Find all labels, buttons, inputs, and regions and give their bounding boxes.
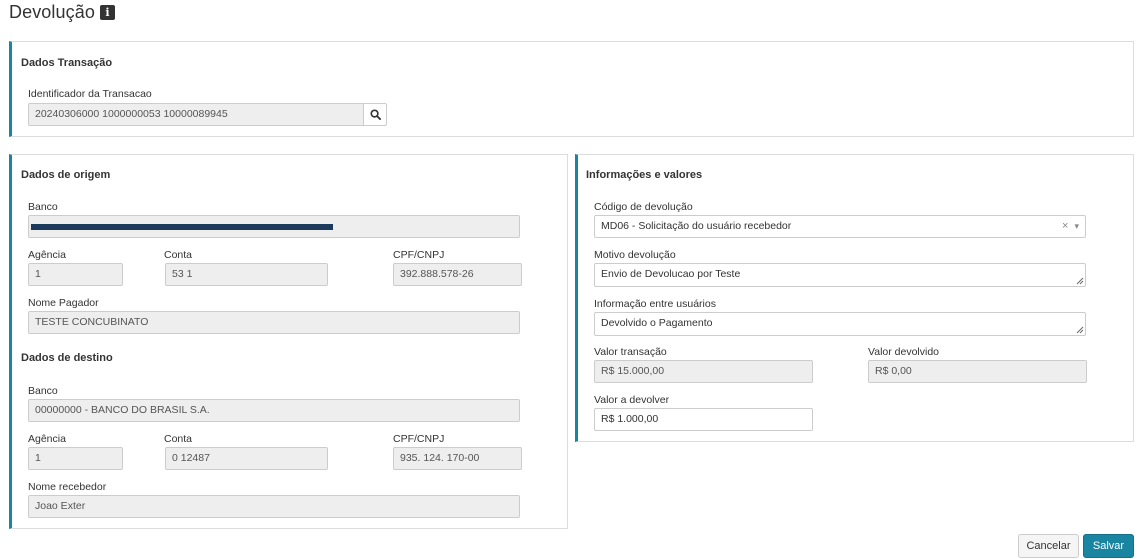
valor-transacao-field: R$ 15.000,00 bbox=[594, 360, 813, 383]
panel-title-transacao: Dados Transação bbox=[21, 57, 113, 69]
label-destino-conta: Conta bbox=[164, 433, 193, 445]
label-valor-devolver: Valor a devolver bbox=[594, 394, 670, 406]
label-destino-cpf: CPF/CNPJ bbox=[393, 433, 445, 445]
page-title: Devolução i bbox=[9, 1, 115, 23]
label-origem-cpf: CPF/CNPJ bbox=[393, 249, 445, 261]
redacted-bank-name bbox=[31, 224, 333, 230]
origem-cpf-field: 392.888.578-26 bbox=[393, 263, 522, 286]
origem-conta-field: 53 1 bbox=[165, 263, 328, 286]
destino-conta-field: 0 12487 bbox=[165, 447, 328, 470]
label-valor-devolvido: Valor devolvido bbox=[868, 346, 940, 358]
valor-devolver-input[interactable]: R$ 1.000,00 bbox=[594, 408, 813, 431]
panel-dados-origem-destino: Dados de origem Banco Agência 1 Conta 53… bbox=[9, 154, 568, 529]
clear-icon[interactable]: × bbox=[1062, 216, 1068, 237]
page-title-text: Devolução bbox=[9, 1, 95, 22]
informacao-usuarios-value: Devolvido o Pagamento bbox=[601, 317, 713, 329]
destino-banco-field: 00000000 - BANCO DO BRASIL S.A. bbox=[28, 399, 520, 422]
panel-dados-transacao: Dados Transação Identificador da Transac… bbox=[9, 41, 1134, 137]
destino-agencia-field: 1 bbox=[28, 447, 123, 470]
destino-cpf-field: 935. 124. 170-00 bbox=[393, 447, 522, 470]
label-informacao-usuarios: Informação entre usuários bbox=[594, 298, 716, 310]
chevron-down-icon[interactable]: ▾ bbox=[1074, 216, 1079, 237]
label-valor-transacao: Valor transação bbox=[594, 346, 667, 358]
label-origem-agencia: Agência bbox=[28, 249, 66, 261]
origem-banco-field bbox=[28, 215, 520, 238]
motivo-devolucao-value: Envio de Devolucao por Teste bbox=[601, 268, 741, 280]
codigo-devolucao-value: MD06 - Solicitação do usuário recebedor bbox=[601, 220, 792, 232]
resize-grip-icon[interactable] bbox=[1076, 326, 1084, 334]
label-nome-recebedor: Nome recebedor bbox=[28, 481, 107, 493]
nome-recebedor-field: Joao Exter bbox=[28, 495, 520, 518]
label-nome-pagador: Nome Pagador bbox=[28, 297, 99, 309]
info-icon[interactable]: i bbox=[99, 5, 115, 20]
select-controls: × ▾ bbox=[1062, 216, 1079, 237]
nome-pagador-field: TESTE CONCUBINATO bbox=[28, 311, 520, 334]
save-button[interactable]: Salvar bbox=[1083, 534, 1134, 558]
valor-devolvido-field: R$ 0,00 bbox=[868, 360, 1087, 383]
codigo-devolucao-select[interactable]: MD06 - Solicitação do usuário recebedor … bbox=[594, 215, 1086, 238]
label-identificador: Identificador da Transacao bbox=[28, 88, 152, 100]
panel-title-origem: Dados de origem bbox=[21, 169, 111, 181]
panel-title-informacoes: Informações e valores bbox=[586, 169, 703, 181]
label-destino-agencia: Agência bbox=[28, 433, 66, 445]
label-origem-banco: Banco bbox=[28, 201, 58, 213]
panel-informacoes-valores: Informações e valores Código de devoluçã… bbox=[575, 154, 1134, 442]
search-icon bbox=[369, 109, 381, 120]
motivo-devolucao-textarea[interactable]: Envio de Devolucao por Teste bbox=[594, 263, 1086, 287]
search-transaction-button[interactable] bbox=[363, 103, 387, 126]
panel-title-destino: Dados de destino bbox=[21, 352, 113, 364]
informacao-usuarios-textarea[interactable]: Devolvido o Pagamento bbox=[594, 312, 1086, 336]
label-destino-banco: Banco bbox=[28, 385, 58, 397]
label-motivo-devolucao: Motivo devolução bbox=[594, 249, 676, 261]
label-origem-conta: Conta bbox=[164, 249, 193, 261]
identificador-transacao-field[interactable]: 20240306000 1000000053 10000089945 bbox=[28, 103, 364, 126]
resize-grip-icon[interactable] bbox=[1076, 277, 1084, 285]
cancel-button[interactable]: Cancelar bbox=[1018, 534, 1079, 558]
label-codigo-devolucao: Código de devolução bbox=[594, 201, 693, 213]
origem-agencia-field: 1 bbox=[28, 263, 123, 286]
